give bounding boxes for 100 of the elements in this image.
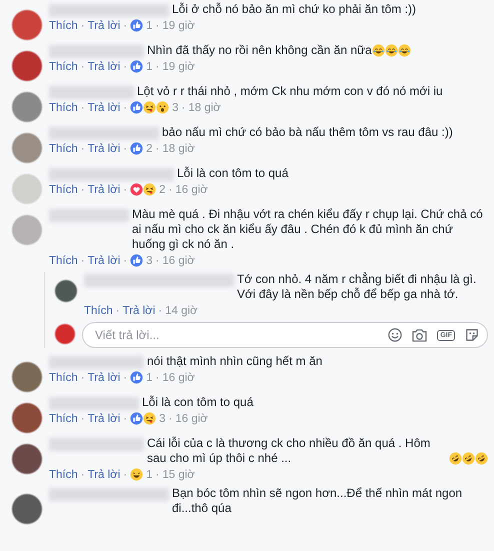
timestamp: 18 giờ [188, 102, 221, 114]
like-link[interactable]: Thích [49, 412, 78, 424]
avatar [12, 494, 42, 524]
separator: · [80, 184, 85, 196]
timestamp: 14 giờ [165, 304, 198, 316]
separator: · [80, 372, 85, 384]
timestamp: 19 giờ [162, 20, 195, 32]
emoji-icon [384, 44, 398, 57]
like-reaction-icon [130, 254, 144, 267]
like-reaction-icon [130, 60, 144, 73]
reply-text: Tớ con nhỏ. 4 năm r chẳng biết đi nhậu là gì. Với đây là nền bếp chỗ để bếp ga nhà tớ. [237, 272, 478, 302]
emoji-reaction-icon [130, 468, 144, 481]
timestamp: 15 giờ [162, 468, 195, 480]
like-link[interactable]: Thích [49, 142, 78, 154]
emoji-icon [372, 44, 385, 57]
comment-text: Lỗi là con tôm to quá [142, 395, 254, 410]
avatar [12, 444, 42, 474]
timestamp: 16 giờ [175, 184, 208, 196]
avatar [12, 51, 42, 81]
separator: · [123, 468, 128, 480]
separator: · [168, 184, 172, 196]
separator: · [156, 60, 160, 72]
like-link[interactable]: Thích [49, 372, 78, 384]
separator: · [123, 412, 128, 424]
reply-link[interactable]: Trả lời [88, 254, 120, 266]
comment-text: Cái lỗi của c là thương ck cho nhiều đồ ăn quá . Hôm sau cho mì úp thôi c nhé ... [147, 436, 432, 466]
separator: · [80, 412, 85, 424]
avatar [55, 280, 77, 302]
reaction-count: 3 [172, 102, 179, 114]
like-reaction-icon [130, 101, 144, 114]
like-link[interactable]: Thích [84, 304, 113, 316]
timestamp: 18 giờ [162, 142, 195, 154]
reply-link[interactable]: Trả lời [88, 468, 120, 480]
avatar [12, 10, 42, 40]
separator: · [123, 60, 128, 72]
timestamp: 19 giờ [162, 60, 195, 72]
separator: · [80, 142, 85, 154]
emoji-icon [449, 452, 462, 465]
like-link[interactable]: Thích [49, 254, 78, 266]
avatar [12, 174, 42, 204]
reaction-count: 2 [146, 142, 153, 154]
reaction-count: 3 [159, 412, 166, 424]
separator: · [80, 468, 85, 480]
camera-icon[interactable] [412, 328, 428, 342]
separator: · [156, 20, 160, 32]
separator: · [80, 60, 85, 72]
separator: · [156, 468, 160, 480]
reply-link[interactable]: Trả lời [88, 184, 120, 196]
like-link[interactable]: Thích [49, 60, 78, 72]
reply-link[interactable]: Trả lời [88, 372, 120, 384]
avatar [12, 362, 42, 392]
reply-link[interactable]: Trả lời [88, 412, 120, 424]
reply-link[interactable]: Trả lời [88, 20, 120, 32]
comment-text: nói thật mình nhìn cũng hết m ăn [147, 354, 322, 369]
separator: · [80, 254, 85, 266]
separator: · [168, 412, 172, 424]
separator: · [182, 102, 186, 114]
like-link[interactable]: Thích [49, 468, 78, 480]
reply-link[interactable]: Trả lời [88, 102, 120, 114]
avatar [12, 215, 42, 245]
comment-text: Bạn bóc tôm nhìn sẽ ngon hơn...Để thế nhìn mát ngon đi...thô qúa [172, 486, 464, 516]
reaction-count: 1 [146, 20, 153, 32]
comment-text: Nhìn đã thấy no rồi nên không cần ăn nữa [147, 43, 372, 58]
sticker-icon[interactable] [465, 328, 479, 342]
reply-link[interactable]: Trả lời [122, 304, 156, 316]
like-reaction-icon [130, 142, 144, 155]
separator: · [123, 20, 128, 32]
comment-text: Lỗi là con tôm to quá [177, 166, 288, 181]
like-link[interactable]: Thích [49, 102, 78, 114]
avatar [12, 92, 42, 122]
separator: · [123, 254, 128, 266]
separator: · [156, 372, 160, 384]
comment-text: Màu mè quá . Đi nhậu vớt ra chén kiểu đấy r chụp lại. Chứ chả có ai nấu mì cho ck ăn kiểu ấy đâu . Chén đó k đủ mình ăn chứ huống gì ck nó ăn . [132, 207, 484, 252]
avatar [12, 133, 42, 163]
like-reaction-icon [130, 19, 144, 32]
comment-text: Lỗi ở chỗ nó bảo ăn mì chứ ko phải ăn tôm :)) [172, 2, 416, 17]
heart-reaction-icon [130, 183, 144, 196]
reply-link[interactable]: Trả lời [88, 60, 120, 72]
smiley-icon[interactable] [388, 328, 402, 342]
timestamp: 16 giờ [162, 372, 195, 384]
emoji-reaction-icon [156, 101, 170, 114]
emoji-icon [398, 44, 411, 57]
separator: · [158, 304, 162, 316]
reaction-count: 3 [146, 254, 153, 266]
separator: · [116, 304, 120, 316]
reply-link[interactable]: Trả lời [88, 142, 120, 154]
reaction-count: 1 [146, 372, 153, 384]
timestamp: 16 giờ [175, 412, 208, 424]
like-reaction-icon [130, 412, 144, 425]
emoji-reaction-icon [143, 183, 156, 196]
separator: · [156, 254, 160, 266]
emoji-reaction-icon [143, 412, 156, 425]
separator: · [123, 184, 128, 196]
like-link[interactable]: Thích [49, 184, 78, 196]
like-link[interactable]: Thích [49, 20, 78, 32]
separator: · [80, 102, 85, 114]
timestamp: 16 giờ [162, 254, 195, 266]
reaction-count: 1 [146, 468, 153, 480]
avatar [55, 324, 75, 344]
like-reaction-icon [130, 371, 144, 384]
